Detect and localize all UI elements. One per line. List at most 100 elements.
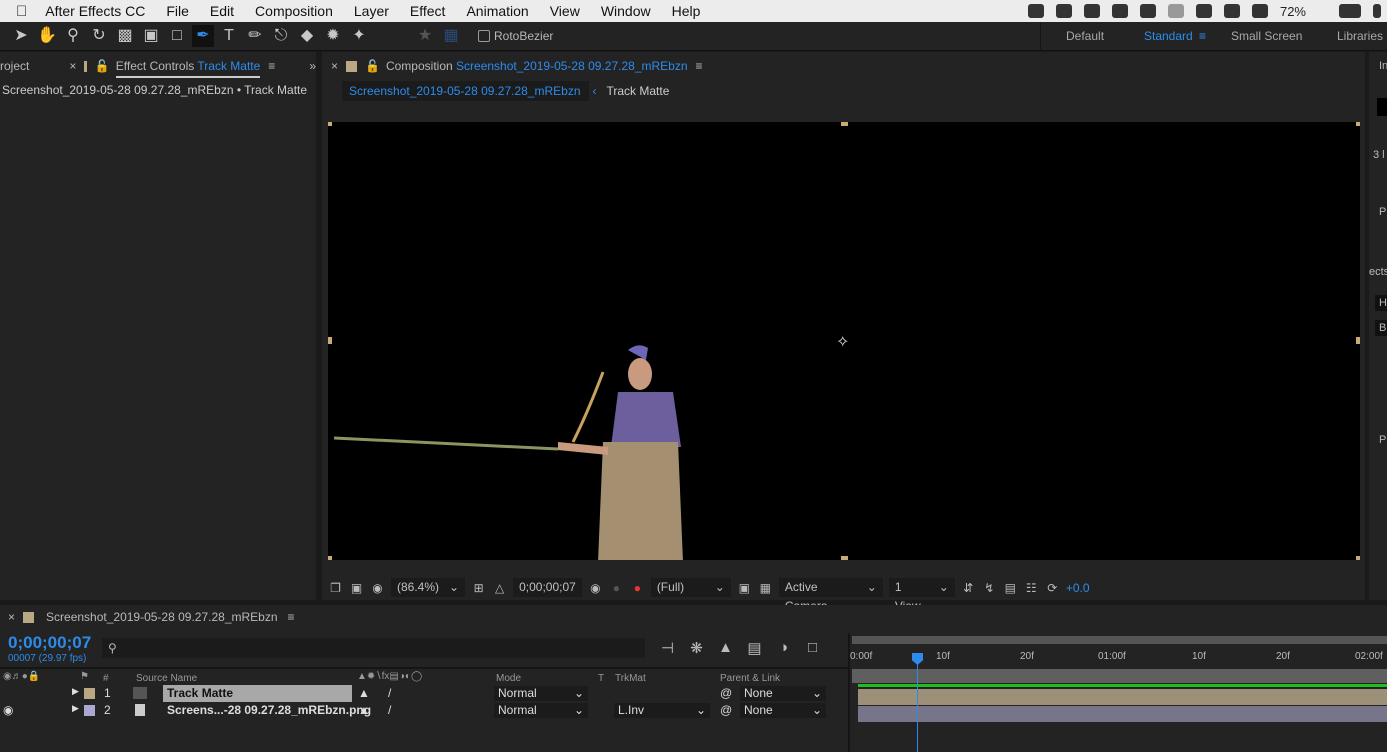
- type-tool-icon[interactable]: T: [218, 25, 240, 47]
- zoom-tool-icon[interactable]: ⚲: [62, 25, 84, 47]
- close-icon[interactable]: ×: [8, 610, 15, 624]
- playhead-line[interactable]: [917, 663, 918, 752]
- menu-file[interactable]: File: [166, 3, 189, 19]
- mask-visibility-icon[interactable]: △: [492, 581, 507, 595]
- panel-menu-icon[interactable]: ≡: [696, 59, 703, 73]
- col-source-name[interactable]: Source Name: [136, 673, 197, 684]
- eraser-tool-icon[interactable]: ◆: [296, 25, 318, 47]
- display-icon[interactable]: [1167, 4, 1184, 18]
- info-tab[interactable]: In: [1379, 60, 1387, 72]
- pan-behind-tool-icon[interactable]: ▣: [140, 25, 162, 47]
- exposure-value[interactable]: +0.0: [1066, 581, 1090, 595]
- creative-cloud-icon[interactable]: [1055, 4, 1072, 18]
- layer-name[interactable]: Screens...-28 09.27.28_mREbzn.png: [167, 703, 371, 717]
- flowchart-icon[interactable]: ☷: [1024, 581, 1039, 595]
- strip-label[interactable]: B: [1375, 320, 1387, 336]
- roto-brush-tool-icon[interactable]: ✹: [322, 25, 344, 47]
- transform-handle[interactable]: [1356, 556, 1360, 560]
- dropbox-icon[interactable]: [1027, 4, 1044, 18]
- shy-switch-icon[interactable]: ▲: [358, 686, 370, 700]
- mode-dropdown[interactable]: Normal ⌄: [494, 686, 588, 701]
- transform-handle[interactable]: [841, 556, 848, 560]
- layer-name[interactable]: Track Matte: [163, 685, 352, 702]
- breadcrumb-comp[interactable]: Screenshot_2019-05-28 09.27.28_mREbzn: [342, 81, 589, 101]
- breadcrumb-layer[interactable]: Track Matte: [607, 84, 670, 98]
- frame-blending-icon[interactable]: ▤: [747, 639, 762, 657]
- time-machine-icon[interactable]: [1195, 4, 1212, 18]
- puppet-pin-tool-icon[interactable]: ✦: [348, 25, 370, 47]
- panel-menu-icon[interactable]: ≡: [288, 610, 295, 624]
- time-ruler[interactable]: 0:00f 10f 20f 01:00f 10f 20f 02:00f: [850, 647, 1387, 667]
- view-layout-dropdown[interactable]: 1 View ⌄: [888, 578, 955, 613]
- search-input[interactable]: ⚲: [102, 638, 645, 658]
- graph-editor-icon[interactable]: □: [805, 639, 820, 657]
- selection-tool-icon[interactable]: ➤: [10, 25, 32, 47]
- workspace-small-screen[interactable]: Small Screen: [1231, 22, 1302, 51]
- lock-icon[interactable]: 🔓: [95, 59, 110, 73]
- shy-layers-icon[interactable]: ▲: [718, 639, 733, 657]
- strip-label[interactable]: P: [1379, 206, 1386, 218]
- trkmat-dropdown[interactable]: L.Inv ⌄: [614, 703, 710, 718]
- camera-dropdown[interactable]: Active Camera ⌄: [778, 578, 883, 613]
- transform-handle[interactable]: [328, 556, 332, 560]
- quality-switch-icon[interactable]: /: [388, 703, 391, 717]
- strip-label[interactable]: P: [1379, 434, 1386, 446]
- pen-tool-icon[interactable]: ✒: [192, 25, 214, 47]
- menu-view[interactable]: View: [550, 3, 580, 19]
- region-of-interest-icon[interactable]: ▣: [737, 581, 752, 595]
- battery-icon[interactable]: [1339, 4, 1361, 18]
- pixel-aspect-icon[interactable]: ⇵: [961, 581, 976, 595]
- current-time[interactable]: 0;00;00;07: [8, 633, 91, 653]
- timeline-icon[interactable]: ▤: [1003, 581, 1018, 595]
- app-icon[interactable]: [1111, 4, 1128, 18]
- menu-composition[interactable]: Composition: [255, 3, 333, 19]
- pickwhip-icon[interactable]: @: [720, 686, 732, 700]
- layer-row[interactable]: ◉ ▶ 2 Screens...-28 09.27.28_mREbzn.png …: [0, 702, 848, 719]
- effects-tab[interactable]: ects: [1369, 266, 1387, 278]
- menu-help[interactable]: Help: [672, 3, 701, 19]
- transform-handle[interactable]: [328, 337, 332, 344]
- composition-mini-flowchart-icon[interactable]: ⊣: [660, 639, 675, 657]
- layer-bar-1[interactable]: [858, 689, 1387, 705]
- app-menu[interactable]: After Effects CC: [45, 3, 145, 19]
- workspace-libraries[interactable]: Libraries: [1337, 22, 1383, 51]
- resolution-dropdown[interactable]: (Full) ⌄: [650, 578, 731, 597]
- layer-row[interactable]: ▶ 1 Track Matte ▲ / Normal ⌄ @ None ⌄: [0, 685, 848, 702]
- lock-icon[interactable]: 🔓: [365, 59, 380, 73]
- expand-panels-icon[interactable]: »: [309, 59, 316, 73]
- timeline-tab[interactable]: Screenshot_2019-05-28 09.27.28_mREbzn: [46, 610, 278, 624]
- strip-label[interactable]: H: [1375, 295, 1387, 311]
- tab-project[interactable]: roject: [0, 59, 29, 73]
- transform-handle[interactable]: [1356, 337, 1360, 344]
- fast-previews-icon[interactable]: ↯: [982, 581, 997, 595]
- menu-effect[interactable]: Effect: [410, 3, 446, 19]
- app-icon[interactable]: [1083, 4, 1100, 18]
- time-navigator[interactable]: [852, 636, 1387, 644]
- show-snapshot-icon[interactable]: ●: [609, 581, 624, 595]
- always-preview-icon[interactable]: ❐: [328, 581, 343, 595]
- camera-tool-icon[interactable]: ▩: [114, 25, 136, 47]
- parent-dropdown[interactable]: None ⌄: [740, 686, 826, 701]
- shy-switch-icon[interactable]: ▲: [358, 703, 370, 717]
- menu-edit[interactable]: Edit: [210, 3, 234, 19]
- motion-blur-icon[interactable]: ◑: [776, 639, 791, 657]
- mask-icon[interactable]: ◉: [370, 581, 385, 595]
- work-area-bar[interactable]: [852, 669, 1387, 683]
- rectangle-tool-icon[interactable]: □: [166, 25, 188, 47]
- close-icon[interactable]: ×: [331, 59, 338, 73]
- tab-effect-controls[interactable]: Effect Controls Track Matte: [115, 59, 261, 78]
- menu-layer[interactable]: Layer: [354, 3, 389, 19]
- composition-name[interactable]: Screenshot_2019-05-28 09.27.28_mREbzn: [456, 59, 688, 73]
- current-time-display[interactable]: 0;00;00;07: [513, 578, 582, 597]
- monitor-icon[interactable]: ▣: [349, 581, 364, 595]
- transform-handle[interactable]: [328, 122, 332, 126]
- quality-switch-icon[interactable]: /: [388, 686, 391, 700]
- channel-icon[interactable]: ●: [630, 581, 645, 595]
- draft-3d-icon[interactable]: ❋: [689, 639, 704, 657]
- expand-arrow-icon[interactable]: ▶: [72, 703, 79, 714]
- hand-tool-icon[interactable]: ✋: [36, 25, 58, 47]
- eye-icon[interactable]: ◉: [3, 703, 13, 717]
- parent-dropdown[interactable]: None ⌄: [740, 703, 826, 718]
- grid-icon[interactable]: ▦: [440, 25, 462, 47]
- mode-dropdown[interactable]: Normal ⌄: [494, 703, 588, 718]
